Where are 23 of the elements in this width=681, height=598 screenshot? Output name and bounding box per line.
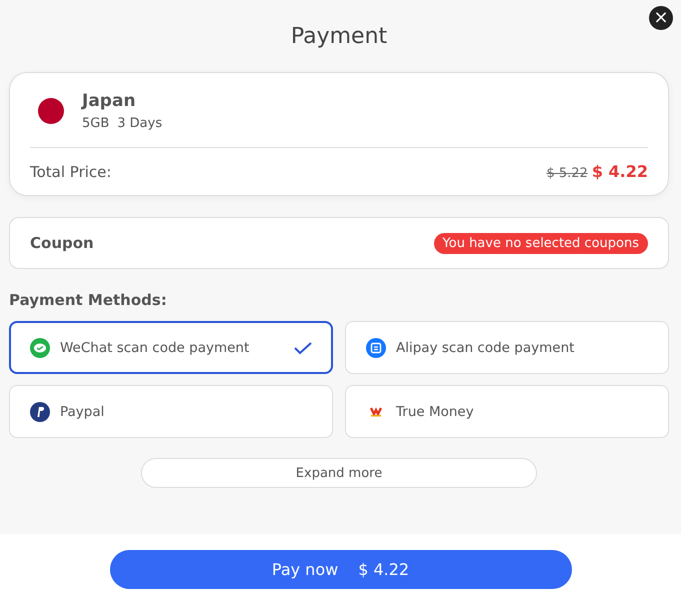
- payment-method-option[interactable]: Paypal: [9, 385, 333, 438]
- country-name: Japan: [82, 91, 137, 111]
- dialog-title: Payment: [290, 24, 388, 48]
- payment-method-option[interactable]: True Money: [345, 385, 669, 438]
- discounted-price: $ 4.22: [592, 162, 648, 181]
- paypal-icon: [30, 402, 50, 422]
- section-heading: Payment Methods:: [9, 291, 168, 309]
- original-price: $ 5.22: [546, 166, 588, 181]
- scan-code-icon: [366, 338, 386, 358]
- coupon-status-badge: You have no selected coupons: [434, 232, 648, 254]
- payment-method-option[interactable]: Alipay scan code payment: [345, 321, 669, 374]
- chat-bubble-icon: [30, 338, 50, 358]
- pay-now-button[interactable]: Pay now $ 4.22: [110, 550, 572, 589]
- payment-method-option[interactable]: WeChat scan code payment: [9, 321, 333, 374]
- close-button[interactable]: ×: [649, 6, 673, 30]
- coupon-label: Coupon: [30, 234, 94, 252]
- flag-icon: [38, 98, 64, 124]
- coupon-row[interactable]: Coupon You have no selected coupons: [9, 217, 669, 269]
- plan-duration: 3 Days: [117, 116, 162, 131]
- expand-more-button[interactable]: Expand more: [141, 458, 537, 488]
- total-price-label: Total Price:: [30, 162, 112, 180]
- checkmark-icon: [294, 340, 312, 354]
- data-amount: 5GB: [82, 116, 110, 131]
